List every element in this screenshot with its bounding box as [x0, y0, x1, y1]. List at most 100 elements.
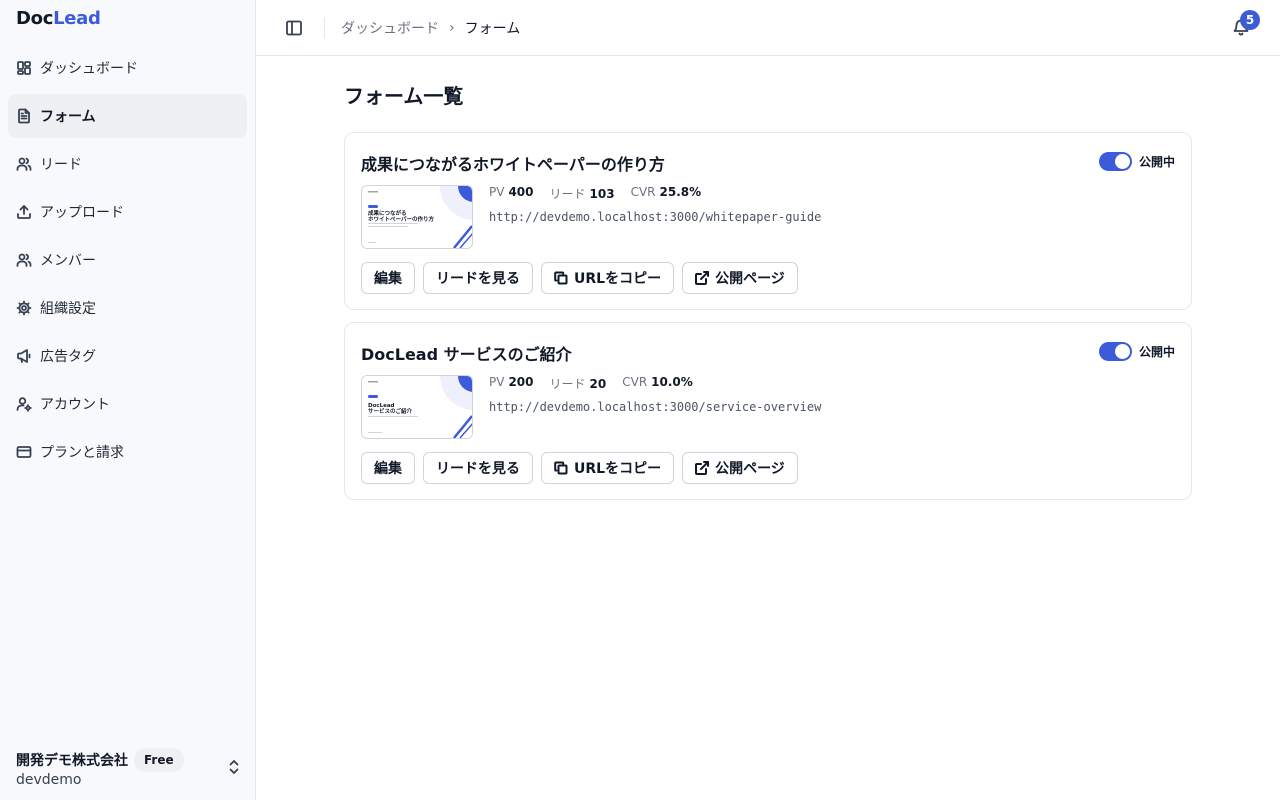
breadcrumb: ダッシュボード › フォーム: [341, 18, 520, 38]
publish-toggle[interactable]: [1099, 152, 1132, 171]
stat-pv: PV 200: [489, 375, 534, 392]
stat-leads: リード 20: [550, 375, 607, 392]
sidebar-item-label: ダッシュボード: [40, 61, 138, 77]
stat-value: 25.8%: [659, 185, 702, 199]
form-actions: 編集 リードを見る URLをコピー 公開ページ: [361, 452, 806, 484]
sidebar-nav: ダッシュボード フォーム リード アップロード メンバー 組織設定 広告タグ ア…: [8, 46, 247, 478]
sidebar-item-label: アップロード: [40, 205, 124, 221]
sidebar: DocLead ダッシュボード フォーム リード アップロード メンバー 組織設…: [0, 0, 256, 800]
breadcrumb-dashboard[interactable]: ダッシュボード: [341, 18, 439, 38]
edit-button[interactable]: 編集: [361, 452, 415, 484]
sidebar-item-label: フォーム: [40, 109, 96, 125]
public-page-button[interactable]: 公開ページ: [682, 262, 798, 294]
button-label: URLをコピー: [574, 461, 662, 477]
button-label: リードを見る: [436, 461, 520, 477]
sidebar-item-billing[interactable]: プランと請求: [8, 430, 247, 474]
chevron-right-icon: ›: [449, 20, 455, 36]
form-stats: PV 200 リード 20 CVR 10.0%: [489, 375, 709, 392]
copy-icon: [554, 271, 568, 285]
page-title: フォーム一覧: [344, 84, 464, 108]
copy-url-button[interactable]: URLをコピー: [541, 452, 675, 484]
sidebar-item-label: 組織設定: [40, 301, 96, 317]
file-icon: [16, 108, 32, 124]
header-divider: [324, 18, 325, 38]
thumbnail-graphic: DocLead サービスのご紹介: [362, 376, 472, 438]
form-stats: PV 400 リード 103 CVR 25.8%: [489, 185, 717, 202]
toggle-knob: [1115, 154, 1130, 169]
stat-label: リード: [549, 377, 586, 391]
megaphone-icon: [16, 348, 32, 364]
copy-icon: [554, 461, 568, 475]
button-label: URLをコピー: [574, 271, 662, 287]
form-url: http://devdemo.localhost:3000/whitepaper…: [489, 210, 822, 224]
form-card: 成果につながるホワイトペーパーの作り方 公開中 成果につながる ホワイトペーパー…: [344, 132, 1192, 310]
form-thumbnail: DocLead サービスのご紹介: [361, 375, 473, 439]
org-slug: devdemo: [16, 772, 82, 788]
form-title[interactable]: DocLead サービスのご紹介: [361, 341, 572, 365]
plan-badge: Free: [134, 748, 184, 772]
sidebar-item-members[interactable]: メンバー: [8, 238, 247, 282]
sidebar-item-label: メンバー: [40, 253, 96, 269]
form-url: http://devdemo.localhost:3000/service-ov…: [489, 400, 822, 414]
copy-url-button[interactable]: URLをコピー: [541, 262, 675, 294]
users-icon: [16, 156, 32, 172]
form-title[interactable]: 成果につながるホワイトペーパーの作り方: [361, 151, 665, 175]
view-leads-button[interactable]: リードを見る: [423, 452, 533, 484]
publish-status: 公開中: [1139, 345, 1176, 359]
stat-value: 103: [589, 187, 615, 201]
stat-cvr: CVR 25.8%: [631, 185, 702, 202]
thumb-line-2: ホワイトペーパーの作り方: [368, 215, 434, 223]
app-logo[interactable]: DocLead: [16, 8, 101, 29]
chevrons-up-down-icon[interactable]: [226, 758, 242, 776]
stat-value: 20: [589, 377, 607, 391]
edit-button[interactable]: 編集: [361, 262, 415, 294]
user-cog-icon: [16, 396, 32, 412]
sidebar-item-forms[interactable]: フォーム: [8, 94, 247, 138]
thumb-line-1: 成果につながる: [368, 209, 407, 217]
sidebar-item-ad-tags[interactable]: 広告タグ: [8, 334, 247, 378]
button-label: 公開ページ: [715, 461, 785, 477]
credit-card-icon: [16, 444, 32, 460]
sidebar-item-org-settings[interactable]: 組織設定: [8, 286, 247, 330]
button-label: 公開ページ: [715, 271, 785, 287]
notification-badge: 5: [1240, 10, 1260, 30]
gear-icon: [16, 300, 32, 316]
org-switcher[interactable]: 開発デモ株式会社 Free devdemo: [16, 746, 242, 792]
publish-toggle[interactable]: [1099, 342, 1132, 361]
form-card: DocLead サービスのご紹介 公開中 DocLead サービスのご紹介 PV…: [344, 322, 1192, 500]
stat-value: 200: [508, 375, 534, 389]
publish-status: 公開中: [1139, 155, 1176, 169]
upload-icon: [16, 204, 32, 220]
sidebar-item-dashboard[interactable]: ダッシュボード: [8, 46, 247, 90]
stat-value: 10.0%: [651, 375, 693, 389]
stat-value: 400: [508, 185, 534, 199]
stat-label: CVR: [630, 185, 656, 199]
stat-pv: PV 400: [489, 185, 534, 202]
button-label: 編集: [374, 271, 402, 287]
thumb-line-2: サービスのご紹介: [368, 407, 413, 415]
stat-label: リード: [549, 187, 586, 201]
stat-label: CVR: [622, 375, 648, 389]
button-label: 編集: [374, 461, 402, 477]
users-icon: [16, 252, 32, 268]
sidebar-toggle-icon[interactable]: [284, 18, 304, 38]
logo-text-doc: Doc: [16, 8, 54, 29]
sidebar-item-label: 広告タグ: [40, 349, 96, 365]
org-name: 開発デモ株式会社: [16, 753, 128, 769]
view-leads-button[interactable]: リードを見る: [423, 262, 533, 294]
sidebar-item-leads[interactable]: リード: [8, 142, 247, 186]
toggle-knob: [1115, 344, 1130, 359]
external-link-icon: [695, 271, 710, 285]
sidebar-item-label: リード: [40, 157, 82, 173]
public-page-button[interactable]: 公開ページ: [682, 452, 798, 484]
top-header: ダッシュボード › フォーム 5: [256, 0, 1280, 56]
stat-cvr: CVR 10.0%: [622, 375, 693, 392]
sidebar-item-account[interactable]: アカウント: [8, 382, 247, 426]
stat-label: PV: [489, 185, 505, 199]
sidebar-item-upload[interactable]: アップロード: [8, 190, 247, 234]
logo-text-lead: Lead: [53, 8, 101, 29]
sidebar-item-label: プランと請求: [40, 445, 124, 461]
sidebar-item-label: アカウント: [40, 397, 110, 413]
stat-label: PV: [489, 375, 505, 389]
thumbnail-graphic: 成果につながる ホワイトペーパーの作り方: [362, 186, 472, 248]
